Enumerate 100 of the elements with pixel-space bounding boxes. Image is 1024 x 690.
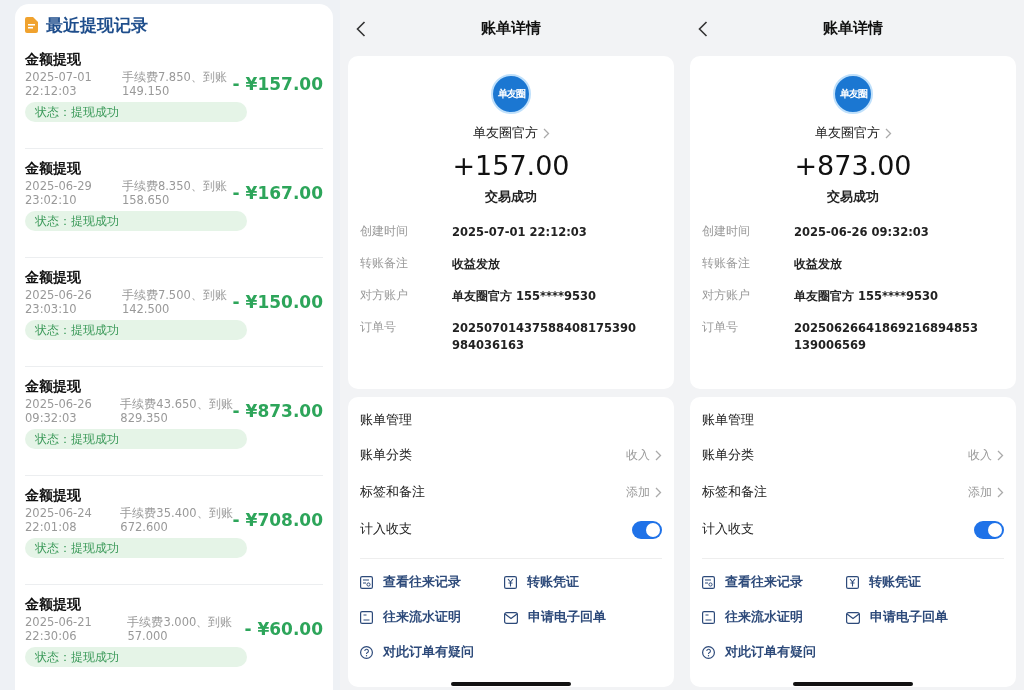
page-title: 账单详情 [823, 18, 883, 38]
record-title: 金额提现 [25, 595, 82, 614]
setting-label: 账单分类 [702, 447, 754, 464]
record-time: 09:32:03 [25, 411, 78, 425]
field-label: 订单号 [360, 320, 397, 336]
field-label: 转账备注 [702, 256, 751, 272]
status-pill: 状态：提现成功 [25, 647, 247, 667]
status-pill: 状态：提现成功 [25, 538, 247, 558]
merchant-logo: 单友圈 [833, 74, 873, 114]
field-label: 对方账户 [360, 288, 409, 304]
list-icon [702, 576, 715, 589]
record-title: 金额提现 [25, 377, 82, 396]
withdrawal-amount: - ¥157.00 [232, 74, 323, 94]
chevron-right-icon [542, 127, 550, 139]
received-amount: 158.650 [121, 193, 171, 207]
fee-text: 手续费8.350、到账 [121, 179, 228, 193]
chevron-right-icon [655, 487, 662, 498]
record-time: 23:02:10 [25, 193, 78, 207]
setting-label: 账单分类 [360, 447, 412, 464]
fee-text: 手续费35.400、到账 [120, 506, 233, 520]
record-title: 金额提现 [25, 268, 82, 287]
record-time: 23:03:10 [25, 302, 78, 316]
received-amount: 672.600 [120, 520, 169, 534]
field-value: 单友圈官方 155****9530 [452, 288, 598, 305]
fee-text: 手续费3.000、到账 [127, 615, 234, 629]
action-link[interactable]: 转账凭证 [527, 574, 579, 591]
field-value: 收益发放 [452, 256, 501, 273]
setting-label: 计入收支 [702, 521, 754, 538]
record-title: 金额提现 [25, 159, 82, 178]
section-title: 账单管理 [702, 411, 755, 429]
action-link[interactable]: 转账凭证 [869, 574, 921, 591]
action-link[interactable]: 查看往来记录 [383, 574, 461, 591]
received-amount: 57.000 [127, 629, 169, 643]
field-label: 订单号 [702, 320, 739, 336]
record-date: 2025-06-29 [25, 179, 93, 193]
field-value: 收益发放 [794, 256, 843, 273]
section-title: 最近提现记录 [46, 13, 148, 37]
withdrawal-amount: - ¥873.00 [232, 401, 323, 421]
record-date: 2025-06-26 [25, 288, 93, 302]
document-icon [25, 17, 38, 33]
action-link[interactable]: 对此订单有疑问 [383, 644, 474, 661]
received-amount: 829.350 [120, 411, 169, 425]
field-value: 2025-07-01 22:12:03 [452, 224, 588, 241]
chevron-right-icon [997, 450, 1004, 461]
record-title: 金额提现 [25, 50, 82, 69]
action-link[interactable]: 往来流水证明 [383, 609, 461, 626]
received-amount: 142.500 [121, 302, 171, 316]
withdrawal-amount: - ¥708.00 [232, 510, 323, 530]
transaction-status: 交易成功 [827, 188, 879, 206]
mail-icon [504, 611, 518, 624]
chevron-right-icon [884, 127, 892, 139]
payer-name[interactable]: 单友圈官方 [472, 124, 538, 142]
status-pill: 状态：提现成功 [25, 429, 247, 449]
back-icon[interactable] [356, 21, 366, 37]
record-time: 22:30:06 [25, 629, 78, 643]
record-title: 金额提现 [25, 486, 82, 505]
received-amount: 149.150 [121, 84, 171, 98]
record-date: 2025-06-26 [25, 397, 93, 411]
action-link[interactable]: 往来流水证明 [725, 609, 803, 626]
chevron-right-icon [997, 487, 1004, 498]
help-icon [360, 646, 373, 659]
field-value: 2025-06-26 09:32:03 [794, 224, 930, 241]
fee-text: 手续费43.650、到账 [120, 397, 233, 411]
yuan-receipt-icon [504, 576, 517, 589]
action-link[interactable]: 申请电子回单 [870, 609, 948, 626]
field-value: 20250626641869216894853139006569 [794, 320, 980, 354]
record-date: 2025-07-01 [25, 70, 93, 84]
toggle-switch[interactable] [974, 520, 1004, 539]
page-title: 账单详情 [481, 18, 541, 38]
setting-label: 计入收支 [360, 521, 412, 538]
fee-text: 手续费7.500、到账 [121, 288, 228, 302]
field-label: 转账备注 [360, 256, 409, 272]
toggle-switch[interactable] [632, 520, 662, 539]
status-pill: 状态：提现成功 [25, 102, 247, 122]
action-link[interactable]: 对此订单有疑问 [725, 644, 816, 661]
withdrawal-amount: - ¥60.00 [244, 619, 323, 639]
merchant-logo: 单友圈 [491, 74, 531, 114]
field-label: 对方账户 [702, 288, 751, 304]
field-label: 创建时间 [702, 224, 751, 240]
action-link[interactable]: 申请电子回单 [528, 609, 606, 626]
transaction-amount: +157.00 [452, 149, 570, 183]
field-value: 单友圈官方 155****9530 [794, 288, 940, 305]
withdrawal-amount: - ¥167.00 [232, 183, 323, 203]
back-icon[interactable] [698, 21, 708, 37]
fee-text: 手续费7.850、到账 [121, 70, 228, 84]
transaction-amount: +873.00 [794, 149, 912, 183]
field-label: 创建时间 [360, 224, 409, 240]
record-time: 22:12:03 [25, 84, 78, 98]
chevron-right-icon [655, 450, 662, 461]
list-icon [360, 576, 373, 589]
mail-icon [846, 611, 860, 624]
setting-label: 标签和备注 [702, 484, 767, 501]
action-link[interactable]: 查看往来记录 [725, 574, 803, 591]
status-pill: 状态：提现成功 [25, 211, 247, 231]
record-date: 2025-06-21 [25, 615, 93, 629]
record-date: 2025-06-24 [25, 506, 93, 520]
yuan-receipt-icon [846, 576, 859, 589]
section-title: 账单管理 [360, 411, 413, 429]
record-time: 22:01:08 [25, 520, 78, 534]
payer-name[interactable]: 单友圈官方 [814, 124, 880, 142]
